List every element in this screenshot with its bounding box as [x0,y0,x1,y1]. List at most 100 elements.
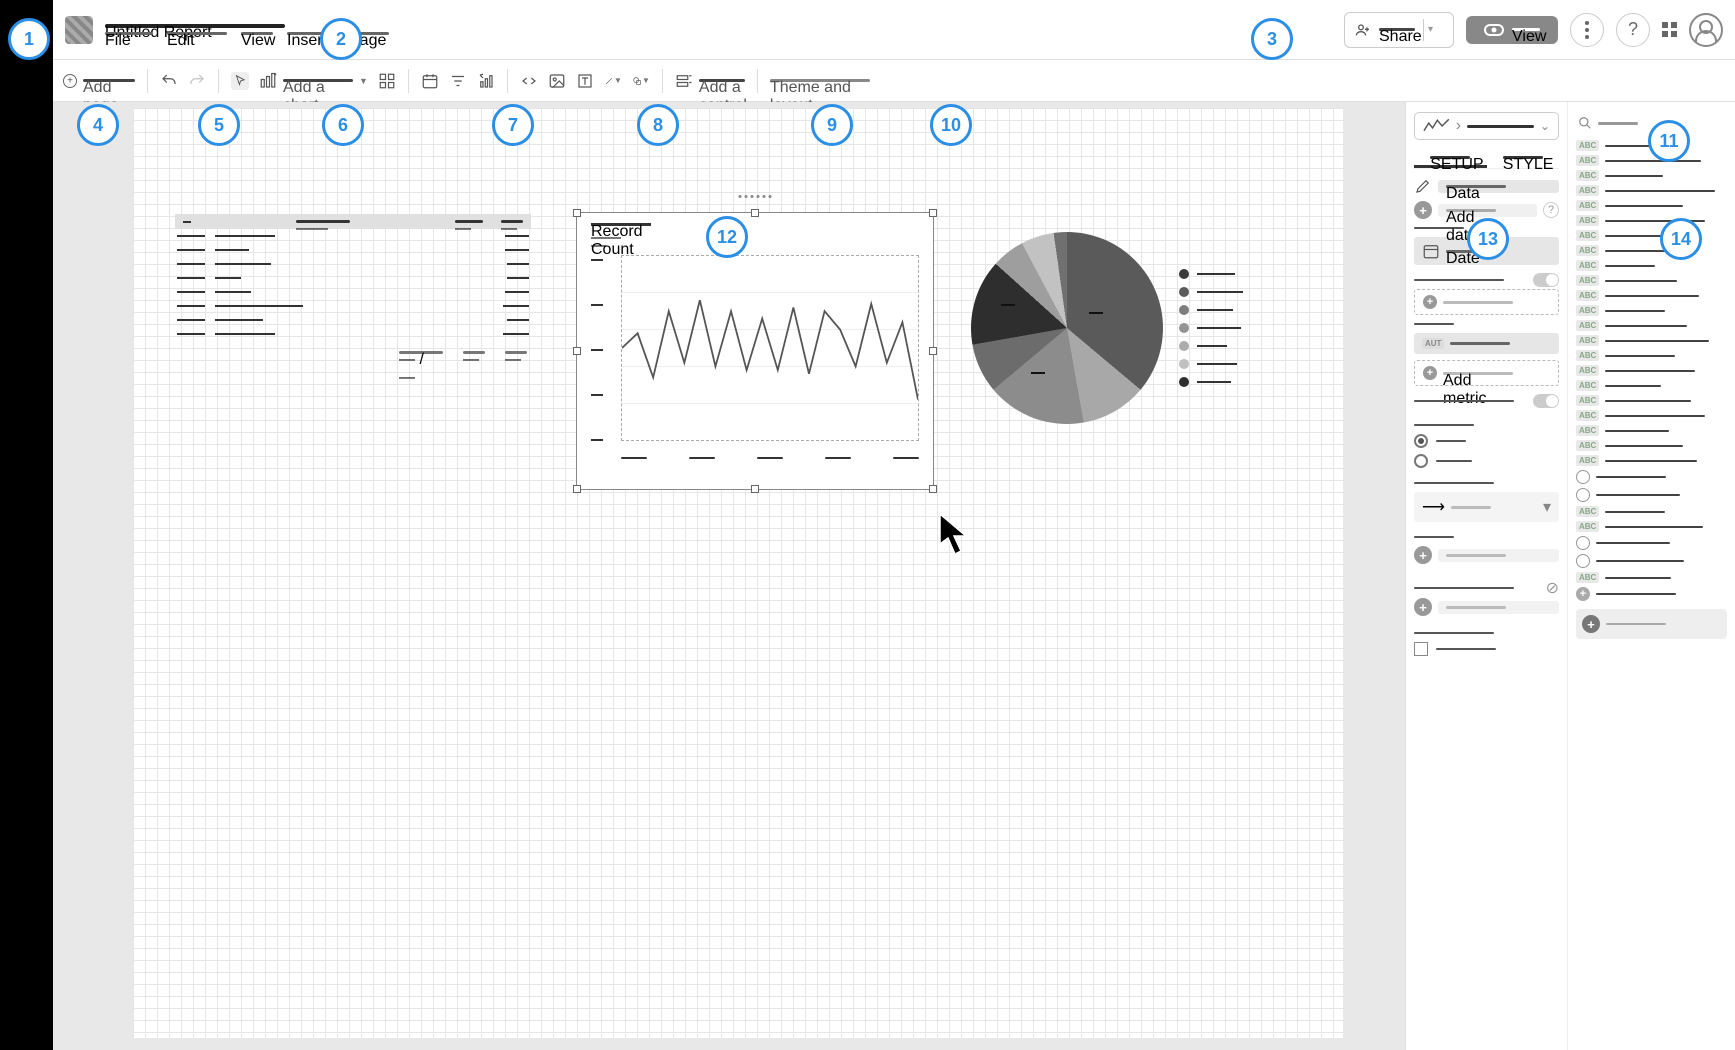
table-component[interactable]: —— —— — / — — — [175,214,531,354]
field-item[interactable]: ABC [1576,185,1727,196]
menu-file[interactable]: File [105,32,153,35]
pie-chart-component[interactable] [971,218,1301,438]
field-item[interactable]: ABC [1576,380,1727,391]
field-item[interactable]: ABC [1576,425,1727,436]
report-title[interactable]: Untitled Report [105,24,285,28]
data-control-button[interactable] [477,72,495,90]
filter-control-button[interactable] [449,72,467,90]
url-embed-button[interactable] [520,72,538,90]
redo-button[interactable] [188,72,206,90]
date-range-button[interactable] [421,72,439,90]
field-item[interactable]: ABC [1576,395,1727,406]
table-row[interactable] [175,299,531,313]
add-dimension-pill[interactable]: + [1414,289,1559,315]
apps-button[interactable] [1662,22,1677,37]
field-item[interactable] [1576,554,1727,568]
add-control-button[interactable]: Add a control [675,72,745,90]
sort-radio-1[interactable] [1414,434,1559,448]
field-item[interactable] [1576,536,1727,550]
line-button[interactable]: ▼ [604,72,622,90]
account-avatar[interactable] [1689,13,1723,47]
resize-handle[interactable] [573,347,581,355]
field-item[interactable]: ABC [1576,215,1727,226]
field-item[interactable]: + [1576,587,1727,601]
shape-button[interactable]: ▼ [632,72,650,90]
field-item[interactable] [1576,488,1727,502]
plus-icon[interactable]: + [1414,201,1432,219]
tab-setup[interactable]: SETUP [1414,150,1487,168]
table-row[interactable] [175,327,531,341]
table-row[interactable] [175,243,531,257]
field-item[interactable]: ABC [1576,305,1727,316]
text-button[interactable] [576,72,594,90]
theme-layout-button[interactable]: Theme and layout [770,79,870,82]
drill-down-toggle[interactable] [1533,273,1559,287]
resize-handle[interactable] [751,485,759,493]
add-field-row[interactable]: + [1576,609,1727,639]
field-item[interactable]: ABC [1576,275,1727,286]
add-filter-row[interactable]: + [1414,546,1559,564]
field-item[interactable]: ABC [1576,320,1727,331]
sort-radio-2[interactable] [1414,454,1559,468]
community-viz-button[interactable] [378,72,396,90]
field-item[interactable]: ABC [1576,290,1727,301]
table-row[interactable] [175,313,531,327]
field-item[interactable]: ABC [1576,245,1727,256]
field-item[interactable]: ABC [1576,155,1727,166]
chart-type-selector[interactable]: › ⌄ [1414,112,1559,140]
blend-data-pill[interactable]: Add data [1438,204,1537,217]
resize-handle[interactable] [573,209,581,217]
apply-filter-checkbox[interactable] [1414,642,1559,656]
table-row[interactable] [175,271,531,285]
data-source-pill[interactable]: Data source [1438,180,1559,193]
field-item[interactable]: ABC [1576,410,1727,421]
legend-item [1179,377,1243,387]
resize-handle[interactable] [573,485,581,493]
chevron-down-icon[interactable]: ▾ [1423,19,1437,41]
drag-handle-icon[interactable] [739,195,772,198]
line-chart-component-selected[interactable]: Record Count — [576,212,934,490]
add-chart-button[interactable]: Add a chart ▼ [259,72,368,90]
field-item[interactable]: ABC [1576,260,1727,271]
field-item[interactable]: ABC [1576,170,1727,181]
optional-metrics-toggle[interactable] [1533,394,1559,408]
field-item[interactable]: ABC [1576,506,1727,517]
resize-handle[interactable] [751,209,759,217]
image-button[interactable] [548,72,566,90]
share-button[interactable]: Share ▾ [1344,12,1454,48]
field-item[interactable]: ABC [1576,350,1727,361]
select-tool-button[interactable] [231,72,249,90]
field-item[interactable]: ABC [1576,521,1727,532]
help-button[interactable]: ? [1616,13,1650,47]
resize-handle[interactable] [929,485,937,493]
field-item[interactable]: ABC [1576,572,1727,583]
metric-pill[interactable]: AUT [1414,333,1559,354]
add-metric-pill[interactable]: + Add metric [1414,360,1559,386]
table-row[interactable] [175,229,531,243]
default-date-range-select[interactable]: ⟶ ▾ [1414,492,1559,522]
field-item[interactable]: ABC [1576,440,1727,451]
add-interaction-row[interactable]: + [1414,598,1559,616]
field-item[interactable]: ABC [1576,335,1727,346]
link-icon[interactable]: ⊘ [1546,578,1559,598]
view-button[interactable]: View [1466,16,1558,44]
help-icon[interactable]: ? [1543,202,1559,218]
menu-view[interactable]: View [241,32,273,35]
resize-handle[interactable] [929,347,937,355]
tab-style[interactable]: STYLE [1487,150,1560,168]
pencil-icon[interactable] [1414,177,1432,195]
chevron-down-icon[interactable]: ⌄ [1540,119,1550,133]
more-options-button[interactable] [1570,13,1604,47]
table-pagination[interactable]: — / — — — [175,351,531,354]
table-row[interactable] [175,257,531,271]
field-item[interactable]: ABC [1576,455,1727,466]
field-item[interactable]: ABC [1576,230,1727,241]
resize-handle[interactable] [929,209,937,217]
field-item[interactable]: ABC [1576,200,1727,211]
field-item[interactable]: ABC [1576,365,1727,376]
menu-edit[interactable]: Edit [167,32,227,35]
table-row[interactable] [175,285,531,299]
undo-button[interactable] [160,72,178,90]
add-page-button[interactable]: + Add page [63,74,135,88]
field-item[interactable] [1576,470,1727,484]
